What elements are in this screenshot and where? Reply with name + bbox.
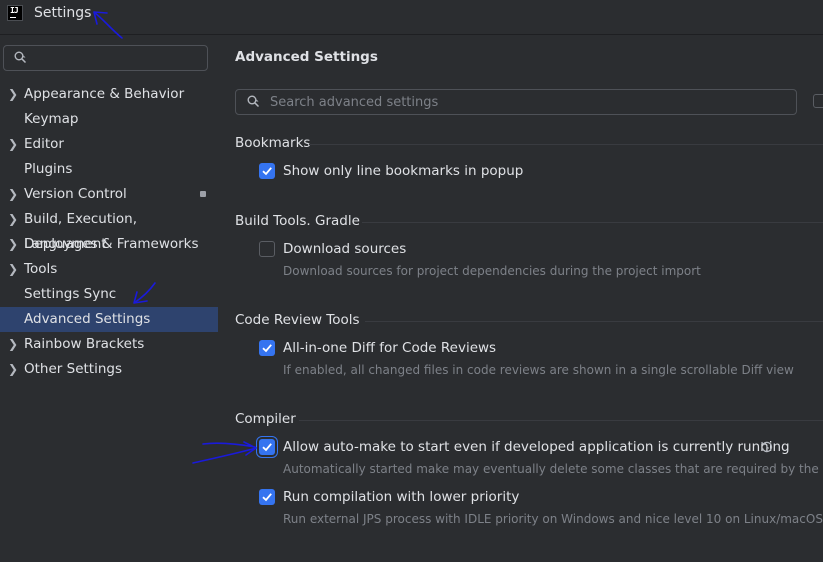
sidebar-item-label: Settings Sync [24, 286, 117, 302]
sidebar-item-plugins[interactable]: Plugins [0, 157, 218, 182]
all-in-one-diff-checkbox[interactable] [259, 340, 275, 356]
option-description: Run external JPS process with IDLE prior… [283, 512, 823, 526]
checkmark-icon [262, 443, 272, 452]
title-bar: IJ Settings [0, 0, 823, 35]
allow-auto-make-checkbox[interactable] [259, 439, 275, 455]
sidebar-item-label: Advanced Settings [24, 311, 151, 327]
chevron-right-icon: ❯ [8, 337, 19, 351]
search-placeholder: Search advanced settings [270, 95, 439, 110]
sidebar-item-languages-frameworks[interactable]: ❯ Languages & Frameworks [0, 232, 218, 257]
sidebar-item-settings-sync[interactable]: Settings Sync [0, 282, 218, 307]
sidebar-search-input[interactable] [3, 45, 208, 71]
sidebar-item-label: Rainbow Brackets [24, 336, 145, 352]
chevron-right-icon: ❯ [8, 212, 19, 226]
sidebar-item-advanced-settings[interactable]: Advanced Settings [0, 307, 218, 332]
option-label: Run compilation with lower priority [283, 489, 520, 505]
search-icon [247, 95, 260, 108]
option-label: Allow auto-make to start even if develop… [283, 439, 790, 455]
advanced-settings-search-input[interactable]: Search advanced settings [235, 89, 797, 115]
sidebar-item-label: Editor [24, 136, 64, 152]
option-description: Download sources for project dependencie… [283, 264, 701, 278]
sidebar-item-rainbow-brackets[interactable]: ❯ Rainbow Brackets [0, 332, 218, 357]
sidebar-item-label: Keymap [24, 111, 79, 127]
chevron-right-icon: ❯ [8, 137, 19, 151]
sidebar-item-label: Tools [24, 261, 58, 277]
search-icon [14, 51, 27, 64]
chevron-right-icon: ❯ [8, 262, 19, 276]
checkmark-icon [262, 344, 272, 353]
sidebar-item-tools[interactable]: ❯ Tools [0, 257, 218, 282]
chevron-right-icon: ❯ [8, 237, 19, 251]
chevron-right-icon: ❯ [8, 362, 19, 376]
option-description: Automatically started make may eventuall… [283, 462, 823, 476]
option-label: All-in-one Diff for Code Reviews [283, 340, 497, 356]
reset-icon[interactable] [760, 440, 774, 454]
page-title: Advanced Settings [235, 49, 378, 65]
sidebar-item-build-execution-deployment[interactable]: ❯ Build, Execution, Deployment [0, 207, 218, 252]
group-title-build-tools-gradle: Build Tools. Gradle [235, 213, 360, 229]
sidebar-item-version-control[interactable]: ❯ Version Control [0, 182, 218, 207]
chevron-right-icon: ❯ [8, 87, 19, 101]
chevron-right-icon: ❯ [8, 187, 19, 201]
sidebar-item-keymap[interactable]: Keymap [0, 107, 218, 132]
option-label: Show only line bookmarks in popup [283, 163, 524, 179]
window-title: Settings [34, 5, 92, 21]
sidebar-item-appearance-behavior[interactable]: ❯ Appearance & Behavior [0, 82, 218, 107]
project-scope-icon [200, 191, 206, 197]
checkmark-icon [262, 167, 272, 176]
group-divider [299, 420, 823, 421]
app-icon: IJ [7, 5, 23, 21]
show-line-bookmarks-checkbox[interactable] [259, 163, 275, 179]
sidebar-item-label: Appearance & Behavior [24, 86, 185, 102]
sidebar-item-other-settings[interactable]: ❯ Other Settings [0, 357, 218, 382]
lower-priority-compilation-checkbox[interactable] [259, 489, 275, 505]
sidebar-item-label: Languages & Frameworks [24, 236, 199, 252]
option-description: If enabled, all changed files in code re… [283, 363, 794, 377]
group-title-compiler: Compiler [235, 411, 296, 427]
checkmark-icon [262, 493, 272, 502]
sidebar-item-label: Plugins [24, 161, 73, 177]
app-icon-text: IJ [10, 6, 19, 15]
group-divider [365, 321, 823, 322]
sidebar-item-label: Version Control [24, 186, 127, 202]
group-title-bookmarks: Bookmarks [235, 135, 311, 151]
modified-only-checkbox[interactable] [813, 94, 823, 108]
group-title-code-review-tools: Code Review Tools [235, 312, 360, 328]
group-divider [309, 144, 823, 145]
option-label: Download sources [283, 241, 407, 257]
sidebar-item-editor[interactable]: ❯ Editor [0, 132, 218, 157]
download-sources-checkbox[interactable] [259, 241, 275, 257]
sidebar-item-label: Other Settings [24, 361, 122, 377]
settings-sidebar: ❯ Appearance & Behavior Keymap ❯ Editor … [0, 35, 219, 562]
advanced-settings-panel: Advanced Settings Search advanced settin… [219, 35, 823, 562]
group-divider [362, 222, 823, 223]
